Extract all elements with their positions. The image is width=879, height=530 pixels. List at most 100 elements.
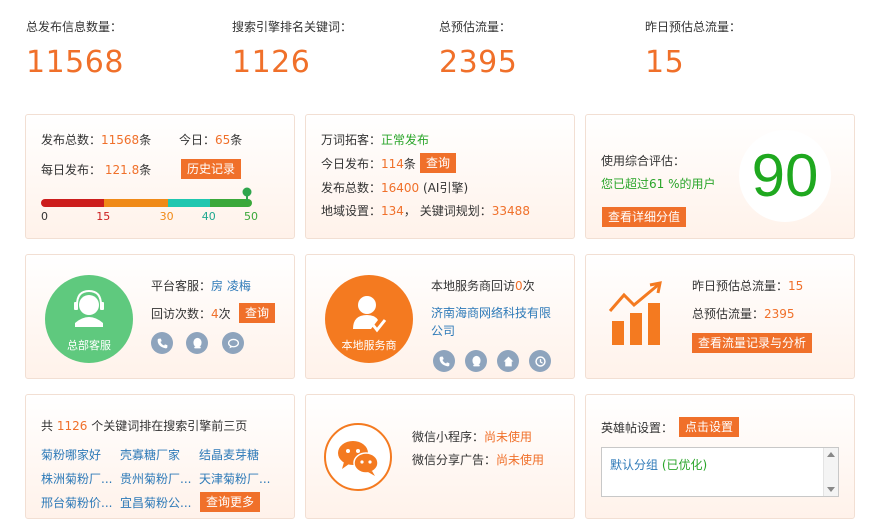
publish-today: 今日：65条: [179, 131, 242, 148]
label: 微信小程序：: [412, 430, 485, 444]
progress-marker-icon: [242, 187, 252, 201]
label: 发布总数：: [321, 181, 382, 195]
label: 本地服务商回访: [431, 279, 516, 293]
value: 1126: [56, 419, 88, 433]
value: 16400: [381, 181, 420, 195]
visit-count: 回访次数：4次: [151, 305, 231, 322]
detail-score-button[interactable]: 查看详细分值: [602, 207, 687, 227]
label: 每日发布：: [41, 163, 102, 177]
keyword-link[interactable]: 天津菊粉厂...: [199, 470, 270, 487]
home-icon[interactable]: [497, 350, 519, 372]
label: 个关键词排在搜索引擎前三页: [87, 419, 248, 433]
label: 昨日预估总流量：: [692, 279, 789, 293]
local-service-label: 本地服务商: [341, 339, 397, 352]
phone-icon[interactable]: [433, 350, 455, 372]
progress-ticks: 0 15 30 40 50: [41, 210, 258, 224]
visit-query-button[interactable]: 查询: [239, 303, 276, 323]
traffic-card: 昨日预估总流量：15 总预估流量：2395 查看流量记录与分析: [585, 254, 855, 379]
history-button[interactable]: 历史记录: [181, 159, 242, 179]
stat-value: 2395: [439, 45, 518, 80]
traffic-analysis-button[interactable]: 查看流量记录与分析: [692, 333, 813, 353]
group-list-item[interactable]: 默认分组 (已优化): [610, 456, 707, 473]
qq-icon[interactable]: [465, 350, 487, 372]
wechat-icon: [324, 423, 392, 491]
yesterday-traffic: 昨日预估总流量：15: [692, 277, 803, 294]
progress-tick-label: 40: [201, 210, 216, 223]
hero-post-label: 英雄帖设置：: [601, 421, 674, 435]
qq-icon[interactable]: [186, 332, 208, 354]
stat-value: 11568: [26, 45, 124, 80]
publish-total: 发布总数：11568条: [41, 131, 151, 148]
value: 4: [211, 307, 219, 321]
wanci-card: 万词拓客：正常发布 今日发布：114条 查询 发布总数：16400 (AI引擎)…: [305, 114, 575, 239]
keyword-link[interactable]: 邢台菊粉价...: [41, 494, 112, 511]
unit: 条: [230, 133, 243, 147]
group-listbox[interactable]: 默认分组 (已优化): [601, 447, 839, 497]
value[interactable]: 房 凌梅: [211, 279, 251, 293]
stat-label: 昨日预估总流量：: [645, 20, 742, 34]
hq-service-label: 总部客服: [67, 339, 111, 352]
query-more-button[interactable]: 查询更多: [200, 492, 261, 512]
total-traffic: 总预估流量：2395: [692, 305, 795, 322]
traffic-chart-icon: [608, 281, 670, 347]
chat-icon[interactable]: [222, 332, 244, 354]
keyword-link[interactable]: 贵州菊粉厂...: [120, 470, 191, 487]
eval-label: 使用综合评估：: [601, 154, 686, 168]
note: (AI引擎): [423, 181, 469, 195]
stat-yesterday-traffic: 昨日预估总流量： 15: [645, 18, 741, 80]
stat-search-keywords: 搜索引擎排名关键词： 1126: [232, 18, 352, 80]
progress-tick-label: 30: [159, 210, 174, 223]
evaluation-card: 使用综合评估： 您已超过61 %的用户 查看详细分值 90: [585, 114, 855, 239]
unit: 次: [522, 279, 535, 293]
keyword-link[interactable]: 菊粉哪家好: [41, 446, 101, 463]
label: 平台客服：: [151, 279, 212, 293]
progress-tick-label: 0: [41, 210, 48, 223]
label: 回访次数：: [151, 307, 212, 321]
value: 0: [515, 279, 523, 293]
phone-icon[interactable]: [151, 332, 173, 354]
label: 默认分组: [610, 458, 659, 472]
label: 微信分享广告：: [412, 453, 497, 467]
keyword-link[interactable]: 结晶麦芽糖: [199, 446, 259, 463]
stat-total-posts: 总发布信息数量： 11568: [26, 18, 124, 80]
query-button[interactable]: 查询: [420, 153, 457, 173]
value: 114: [381, 157, 404, 171]
value: 11568: [101, 133, 140, 147]
value: 65: [215, 133, 231, 147]
keyword-link[interactable]: 宜昌菊粉公...: [120, 494, 191, 511]
keyword-link[interactable]: 壳寡糖厂家: [120, 446, 180, 463]
hq-service-icon: 总部客服: [45, 275, 133, 363]
unit: 条: [139, 163, 152, 177]
listbox-scrollbar[interactable]: [823, 448, 838, 496]
label: 今日：: [179, 133, 216, 147]
stat-value: 15: [645, 45, 685, 80]
wechat-share-ad: 微信分享广告：尚未使用: [412, 451, 544, 468]
hq-service-card: 总部客服 平台客服：房 凌梅 回访次数：4次 查询: [25, 254, 295, 379]
value: 134: [381, 204, 404, 218]
unit: 条: [403, 157, 416, 171]
scroll-up-icon[interactable]: [827, 452, 835, 457]
stat-value: 1126: [232, 45, 311, 80]
local-service-icon: 本地服务商: [325, 275, 413, 363]
keywords-card: 共 1126 个关键词排在搜索引擎前三页 菊粉哪家好 壳寡糖厂家 结晶麦芽糖 株…: [25, 394, 295, 519]
local-service-card: 本地服务商 本地服务商回访0次 济南海商网络科技有限公司: [305, 254, 575, 379]
unit: 次: [218, 307, 231, 321]
stat-label: 搜索引擎排名关键词：: [232, 20, 353, 34]
keyword-link[interactable]: 株洲菊粉厂...: [41, 470, 112, 487]
company-link[interactable]: 济南海商网络科技有限公司: [431, 304, 556, 340]
publish-stats-card: 发布总数：11568条 今日：65条 每日发布： 121.8条 历史记录 0 15…: [25, 114, 295, 239]
label: 万词拓客：: [321, 133, 382, 147]
wechat-mini-program: 微信小程序：尚未使用: [412, 428, 532, 445]
value: 尚未使用: [496, 453, 545, 467]
history-icon[interactable]: [529, 350, 551, 372]
progress-segment: [41, 199, 105, 207]
hero-post-settings-button[interactable]: 点击设置: [679, 417, 740, 437]
stat-label: 总预估流量：: [439, 20, 512, 34]
label: 发布总数：: [41, 133, 102, 147]
eval-exceed: 您已超过61 %的用户: [601, 177, 716, 191]
value: 121.8: [104, 163, 140, 177]
scroll-down-icon[interactable]: [827, 487, 835, 492]
status: (已优化): [661, 458, 708, 472]
wanci-today: 今日发布：114条: [321, 155, 416, 172]
value: 15: [788, 279, 804, 293]
